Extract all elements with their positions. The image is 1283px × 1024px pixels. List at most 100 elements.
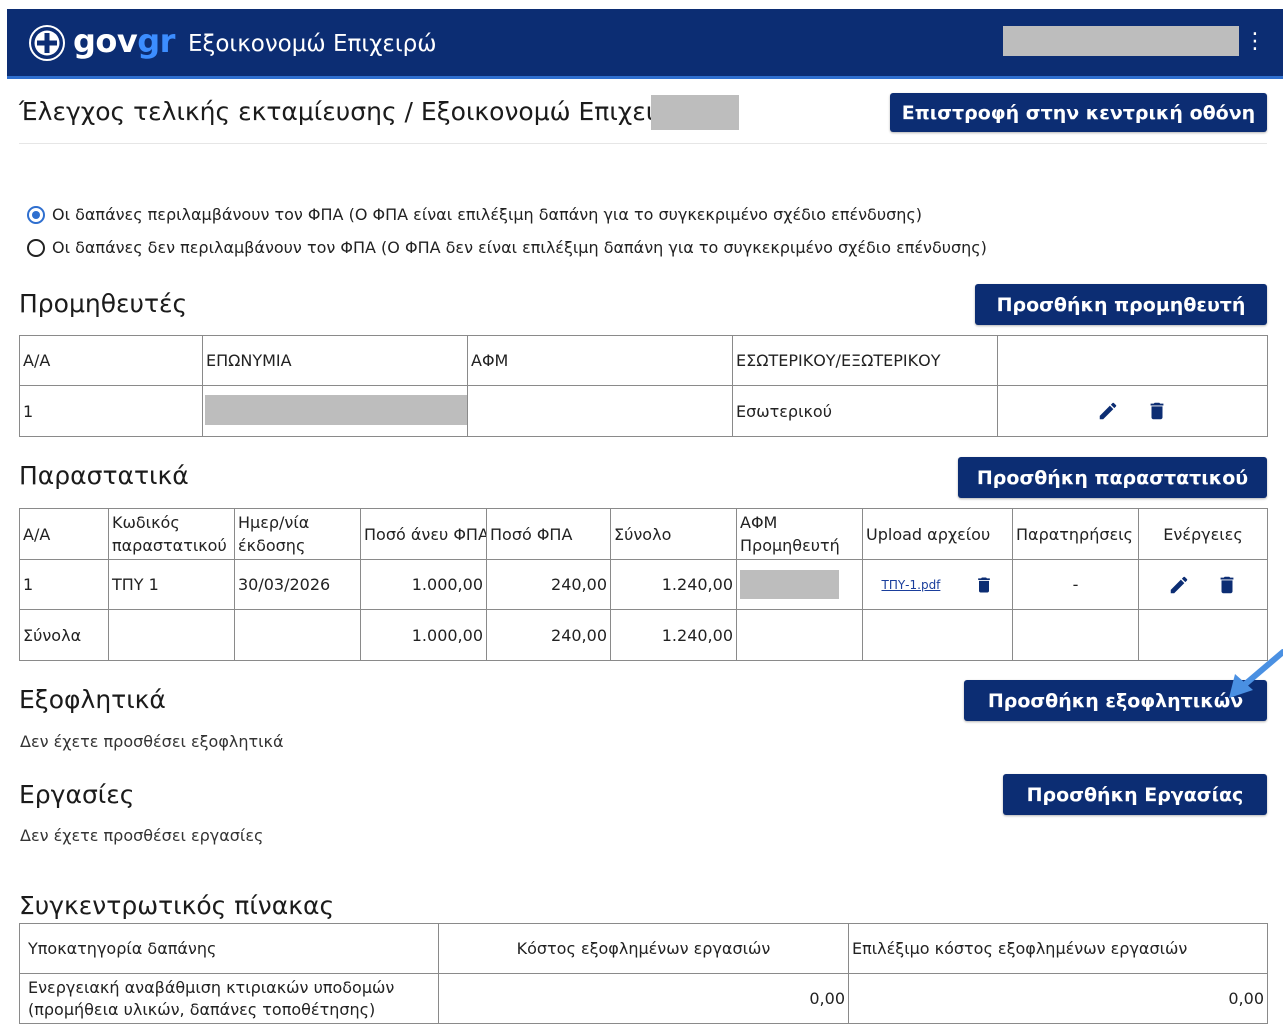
col-header-date: Ημερ/νία έκδοσης — [234, 508, 361, 560]
user-name-redacted[interactable] — [1003, 26, 1239, 56]
table-row: 1 Εσωτερικού — [19, 385, 1268, 437]
works-empty-message: Δεν έχετε προσθέσει εργασίες — [20, 826, 264, 845]
col-header-date-2: έκδοσης — [238, 536, 306, 555]
summary-eligible: 0,00 — [848, 973, 1268, 1024]
doc-date: 30/03/2026 — [234, 559, 361, 610]
govgr-logo[interactable]: govgr — [73, 21, 175, 61]
doc-aa: 1 — [19, 559, 109, 610]
delete-trash-icon[interactable] — [1216, 574, 1238, 596]
col-header-aa: Α/Α — [19, 508, 109, 560]
summary-category: Ενεργειακή αναβάθμιση κτιριακών υποδομών… — [19, 973, 439, 1024]
col-header-afm-2: Προμηθευτή — [740, 536, 840, 555]
delete-file-trash-icon[interactable] — [974, 575, 994, 595]
doc-supplier-afm-cell — [736, 559, 863, 610]
summary-header-row: Υποκατηγορία δαπάνης Κόστος εξοφλημένων … — [19, 923, 1268, 974]
totals-empty-remarks — [1012, 609, 1139, 661]
doc-remarks: - — [1012, 559, 1139, 610]
add-work-button[interactable]: Προσθήκη Εργασίας — [1003, 774, 1267, 815]
col-header-aa: Α/Α — [19, 335, 203, 386]
totals-vat: 240,00 — [486, 609, 611, 661]
col-header-code: Κωδικός παραστατικού — [108, 508, 235, 560]
doc-code: ΤΠΥ 1 — [108, 559, 235, 610]
greek-emblem-icon — [29, 25, 65, 61]
supplier-afm-cell — [467, 385, 733, 437]
documents-table: Α/Α Κωδικός παραστατικού Ημερ/νία έκδοσης … — [19, 508, 1268, 661]
totals-empty-date — [234, 609, 361, 661]
documents-header-row: Α/Α Κωδικός παραστατικού Ημερ/νία έκδοσης … — [19, 508, 1268, 560]
col-header-supplier-afm: ΑΦΜ Προμηθευτή — [736, 508, 863, 560]
edit-pencil-icon[interactable] — [1168, 574, 1190, 596]
kebab-menu-icon[interactable]: ⋮ — [1244, 27, 1266, 57]
col-header-total: Σύνολο — [610, 508, 737, 560]
col-header-vat: Ποσό ΦΠΑ — [486, 508, 611, 560]
annotation-arrow-icon — [1229, 649, 1283, 698]
totals-row: Σύνολα 1.000,00 240,00 1.240,00 — [19, 609, 1268, 661]
vat-excluded-label: Οι δαπάνες δεν περιλαμβάνουν τον ΦΠΑ (Ο … — [52, 238, 987, 257]
table-row: 1 ΤΠΥ 1 30/03/2026 1.000,00 240,00 1.240… — [19, 559, 1268, 610]
col-header-afm: ΑΦΜ — [467, 335, 733, 386]
brand-gr: gr — [137, 22, 175, 60]
app-header: govgr Εξοικονομώ Επιχειρώ ⋮ — [7, 9, 1283, 79]
summary-category-1: Ενεργειακή αναβάθμιση κτιριακών υποδομών — [28, 978, 395, 997]
supplier-name-cell — [202, 385, 468, 437]
supplier-actions-cell — [997, 385, 1268, 437]
col-header-net: Ποσό άνευ ΦΠΑ — [360, 508, 487, 560]
col-header-remarks: Παρατηρήσεις — [1012, 508, 1139, 560]
totals-empty-upload — [862, 609, 1013, 661]
vat-excluded-option[interactable]: Οι δαπάνες δεν περιλαμβάνουν τον ΦΠΑ (Ο … — [27, 237, 987, 259]
payments-empty-message: Δεν έχετε προσθέσει εξοφλητικά — [20, 732, 284, 751]
col-header-code-2: παραστατικού — [112, 536, 227, 555]
uploaded-file-link[interactable]: ΤΠΥ-1.pdf — [881, 578, 940, 592]
table-row: Ενεργειακή αναβάθμιση κτιριακών υποδομών… — [19, 973, 1268, 1024]
col-header-eligible-cost: Επιλέξιμο κόστος εξοφλημένων εργασιών — [848, 923, 1268, 974]
brand-gov: gov — [73, 22, 138, 60]
doc-upload-cell: ΤΠΥ-1.pdf — [862, 559, 1013, 610]
totals-empty-code — [108, 609, 235, 661]
col-header-code-1: Κωδικός — [112, 513, 180, 532]
col-header-actions — [997, 335, 1268, 386]
radio-vat-included[interactable] — [27, 206, 45, 224]
summary-table: Υποκατηγορία δαπάνης Κόστος εξοφλημένων … — [19, 923, 1268, 1024]
add-document-button[interactable]: Προσθήκη παραστατικού — [958, 457, 1267, 498]
totals-empty-afm — [736, 609, 863, 661]
suppliers-table: Α/Α ΕΠΩΝΥΜΙΑ ΑΦΜ ΕΣΩΤΕΡΙΚΟΥ/ΕΞΩΤΕΡΙΚΟΥ 1… — [19, 335, 1268, 437]
divider — [19, 143, 1267, 144]
doc-net: 1.000,00 — [360, 559, 487, 610]
supplier-type: Εσωτερικού — [732, 385, 998, 437]
app-title: Εξοικονομώ Επιχειρώ — [188, 31, 437, 57]
col-header-name: ΕΠΩΝΥΜΙΑ — [202, 335, 468, 386]
summary-cost: 0,00 — [438, 973, 849, 1024]
works-title: Εργασίες — [19, 780, 135, 809]
summary-title: Συγκεντρωτικός πίνακας — [19, 891, 335, 920]
edit-pencil-icon[interactable] — [1097, 400, 1119, 422]
delete-trash-icon[interactable] — [1146, 400, 1168, 422]
totals-total: 1.240,00 — [610, 609, 737, 661]
col-header-category: Υποκατηγορία δαπάνης — [19, 923, 439, 974]
suppliers-title: Προμηθευτές — [19, 289, 188, 318]
col-header-date-1: Ημερ/νία — [238, 513, 310, 532]
add-supplier-button[interactable]: Προσθήκη προμηθευτή — [975, 284, 1267, 325]
add-payments-button[interactable]: Προσθήκη εξοφλητικών — [964, 680, 1267, 721]
supplier-name-redacted — [205, 395, 467, 425]
documents-title: Παραστατικά — [19, 461, 189, 490]
col-header-domestic-foreign: ΕΣΩΤΕΡΙΚΟΥ/ΕΞΩΤΕΡΙΚΟΥ — [732, 335, 998, 386]
top-strip — [0, 0, 1283, 9]
breadcrumb-redacted — [651, 95, 739, 130]
col-header-cost: Κόστος εξοφλημένων εργασιών — [438, 923, 849, 974]
col-header-afm-1: ΑΦΜ — [740, 513, 778, 532]
supplier-afm-redacted — [740, 570, 839, 599]
doc-total: 1.240,00 — [610, 559, 737, 610]
vat-included-option[interactable]: Οι δαπάνες περιλαμβάνουν τον ΦΠΑ (Ο ΦΠΑ … — [27, 204, 922, 226]
back-to-main-button[interactable]: Επιστροφή στην κεντρική οθόνη — [890, 93, 1267, 132]
vat-included-label: Οι δαπάνες περιλαμβάνουν τον ΦΠΑ (Ο ΦΠΑ … — [52, 205, 922, 224]
doc-vat: 240,00 — [486, 559, 611, 610]
col-header-upload: Upload αρχείου — [862, 508, 1013, 560]
payments-title: Εξοφλητικά — [19, 685, 166, 714]
suppliers-header-row: Α/Α ΕΠΩΝΥΜΙΑ ΑΦΜ ΕΣΩΤΕΡΙΚΟΥ/ΕΞΩΤΕΡΙΚΟΥ — [19, 335, 1268, 386]
breadcrumb: Έλεγχος τελικής εκταμίευσης / Εξοικονομώ… — [19, 97, 708, 126]
supplier-aa: 1 — [19, 385, 203, 437]
doc-actions-cell — [1138, 559, 1268, 610]
radio-vat-excluded[interactable] — [27, 239, 45, 257]
col-header-actions: Ενέργειες — [1138, 508, 1268, 560]
totals-net: 1.000,00 — [360, 609, 487, 661]
